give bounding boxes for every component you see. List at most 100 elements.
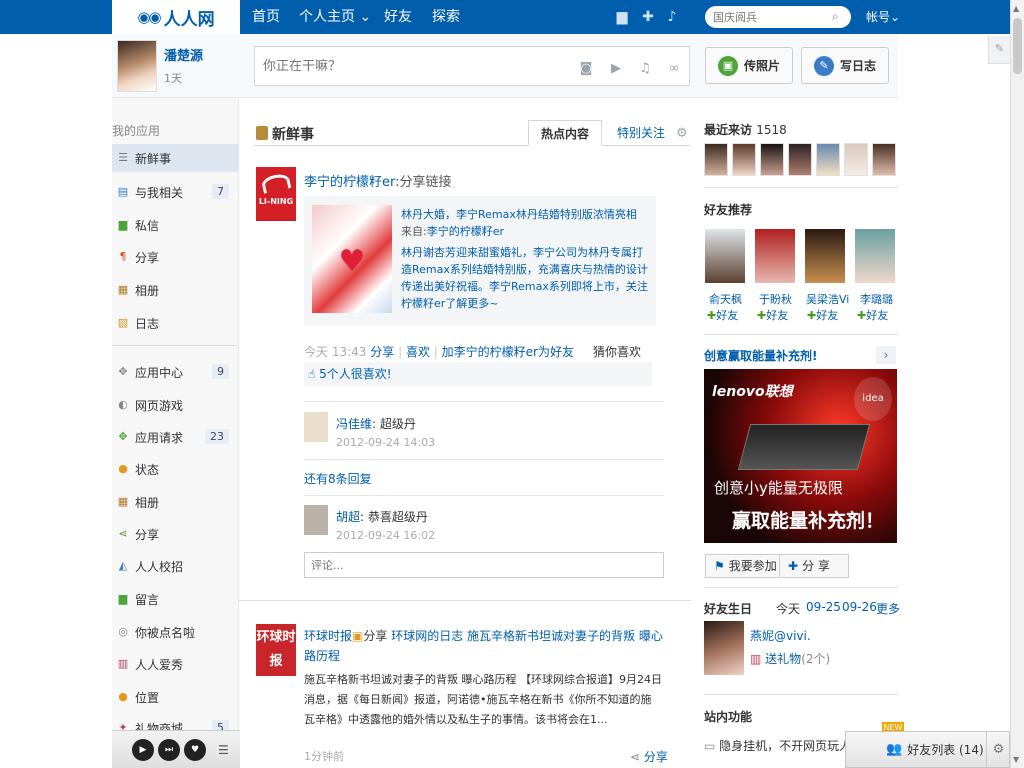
shared-link-description[interactable]: 林丹谢杏芳迎来甜蜜婚礼，李宁公司为林丹专属打造Remax系列结婚特别版，充满喜庆… bbox=[401, 244, 651, 312]
more-replies-link[interactable]: 还有8条回复 bbox=[304, 470, 372, 487]
sidebar-item-guestbook[interactable]: ▆ 留言 bbox=[112, 585, 239, 613]
nav-explore[interactable]: 探索 bbox=[432, 0, 460, 34]
join-button[interactable]: ⚑ 我要参加 bbox=[705, 554, 786, 578]
page-scrollbar[interactable]: ▲ ▼ bbox=[1010, 0, 1024, 768]
add-friend-button[interactable]: ✚好友 bbox=[757, 307, 788, 323]
sidebar-item-share[interactable]: ¶ 分享 bbox=[112, 243, 239, 271]
chevron-right-icon[interactable]: › bbox=[876, 346, 896, 364]
sidebar-item-campus-jobs[interactable]: ◭ 人人校招 bbox=[112, 552, 239, 580]
commenter-avatar[interactable] bbox=[304, 412, 328, 442]
search-input[interactable] bbox=[705, 6, 851, 28]
recommend-name[interactable]: 吴梁浩Vic bbox=[806, 291, 850, 307]
sidebar-item-messages[interactable]: ▆ 私信 bbox=[112, 211, 239, 239]
sidebar-item-location[interactable]: ● 位置 bbox=[112, 683, 239, 711]
commenter-avatar[interactable] bbox=[304, 505, 328, 535]
next-icon[interactable]: ⏭ bbox=[158, 738, 180, 761]
scroll-up-icon[interactable]: ▲ bbox=[1013, 4, 1019, 13]
tab-special-follow[interactable]: 特别关注 bbox=[605, 120, 677, 146]
camera-icon[interactable]: ◙ bbox=[577, 60, 595, 78]
lenovo-ad[interactable]: lenovo联想 idea 创意小y能量无极限 赢取能量补充剂！ bbox=[704, 369, 897, 543]
visitor-avatar[interactable] bbox=[788, 143, 812, 176]
huanqiu-logo[interactable]: 环球时报 bbox=[256, 624, 296, 676]
recommend-avatar[interactable] bbox=[755, 229, 795, 283]
playlist-icon[interactable]: ☰ bbox=[218, 743, 229, 757]
recommend-name[interactable]: 李璐璐 bbox=[860, 291, 904, 307]
recommend-avatar[interactable] bbox=[705, 229, 745, 283]
likes-bar[interactable]: ☝ 5个人很喜欢! bbox=[304, 362, 652, 386]
commenter-name[interactable]: 胡超 bbox=[336, 510, 360, 524]
shared-link-image[interactable]: ♥ bbox=[312, 205, 392, 313]
heart-icon[interactable]: ♥ bbox=[184, 738, 206, 761]
tab-hot-content[interactable]: 热点内容 bbox=[528, 120, 603, 146]
recommend-avatar[interactable] bbox=[855, 229, 895, 283]
gear-icon[interactable]: ⚙ bbox=[986, 732, 1010, 767]
sidebar-item-album-2[interactable]: ▦ 相册 bbox=[112, 488, 239, 516]
sidebar-item-feed[interactable]: ☰ 新鲜事 bbox=[112, 144, 239, 172]
commenter-name[interactable]: 冯佳维 bbox=[336, 417, 372, 431]
bell-icon[interactable]: ♪ bbox=[662, 7, 682, 27]
nav-home[interactable]: 首页 bbox=[252, 0, 280, 34]
visitor-avatar[interactable] bbox=[760, 143, 784, 176]
sidebar-item-blog[interactable]: ▧ 日志 bbox=[112, 309, 239, 337]
add-friend-link[interactable]: 加李宁的柠檬籽er为好友 bbox=[442, 345, 574, 359]
recommend-avatar[interactable] bbox=[805, 229, 845, 283]
write-blog-button[interactable]: ✎ 写日志 bbox=[801, 47, 890, 84]
nav-friends[interactable]: 好友 bbox=[384, 0, 412, 34]
play-icon[interactable]: ▶ bbox=[132, 738, 154, 761]
add-friend-button[interactable]: ✚好友 bbox=[857, 307, 888, 323]
send-gift-link[interactable]: ▥ 送礼物(2个) bbox=[750, 650, 830, 667]
sidebar-item-related[interactable]: ▤ 与我相关 7 bbox=[112, 178, 239, 206]
scrollbar-thumb[interactable] bbox=[1013, 18, 1022, 74]
renren-logo[interactable]: ◉◉ 人人网 bbox=[112, 0, 240, 34]
sidebar-item-renren-show[interactable]: ▥ 人人爱秀 bbox=[112, 650, 239, 678]
guess-you-like[interactable]: 猜你喜欢 bbox=[593, 343, 641, 360]
birthday-tab-0926[interactable]: 09-26 bbox=[842, 600, 877, 614]
message-icon[interactable]: ▆ bbox=[612, 7, 632, 27]
add-friend-button[interactable]: ✚好友 bbox=[807, 307, 838, 323]
post2-share[interactable]: ⋖ 分享 bbox=[630, 748, 668, 765]
scroll-down-icon[interactable]: ▼ bbox=[1013, 755, 1019, 764]
shared-link-title[interactable]: 林丹大婚，李宁Remax林丹结婚特别版浓情亮相 bbox=[401, 206, 651, 222]
music-icon[interactable]: ♫ bbox=[636, 60, 654, 78]
gear-icon[interactable]: ⚙ bbox=[676, 126, 688, 141]
visitor-avatar[interactable] bbox=[732, 143, 756, 176]
birthday-tab-more[interactable]: 更多 bbox=[876, 600, 900, 617]
ad-share-button[interactable]: ✚ 分 享 bbox=[779, 554, 849, 578]
recommend-name[interactable]: 于盼秋 bbox=[759, 291, 803, 307]
sidebar-item-web-games[interactable]: ◐ 网页游戏 bbox=[112, 391, 239, 419]
add-friend-button[interactable]: ✚好友 bbox=[707, 307, 738, 323]
lining-logo[interactable]: LI-NING bbox=[256, 167, 296, 221]
source-name[interactable]: 李宁的柠檬籽er bbox=[427, 225, 504, 238]
post1-author[interactable]: 李宁的柠檬籽er bbox=[304, 175, 395, 190]
comment-input[interactable] bbox=[304, 552, 664, 578]
birthday-avatar[interactable] bbox=[704, 621, 744, 675]
visitor-avatar[interactable] bbox=[704, 143, 728, 176]
nav-profile[interactable]: 个人主页 ⌄ bbox=[299, 0, 371, 34]
recommend-name[interactable]: 俞天枫 bbox=[709, 291, 753, 307]
share-link[interactable]: 分享 bbox=[370, 345, 394, 359]
sidebar-item-roll-call[interactable]: ◎ 你被点名啦 bbox=[112, 618, 239, 646]
sidebar-item-share-2[interactable]: ⋖ 分享 bbox=[112, 520, 239, 548]
video-icon[interactable]: ▶ bbox=[607, 60, 625, 78]
ad-title[interactable]: 创意赢取能量补充剂! bbox=[704, 347, 817, 364]
user-avatar[interactable] bbox=[117, 40, 157, 92]
sidebar-item-app-requests[interactable]: ✥ 应用请求 23 bbox=[112, 423, 239, 451]
sidebar-item-status[interactable]: ● 状态 bbox=[112, 455, 239, 483]
like-link[interactable]: 喜欢 bbox=[406, 345, 430, 359]
search-icon[interactable]: ⌕ bbox=[832, 9, 846, 23]
sidebar-item-album[interactable]: ▦ 相册 bbox=[112, 276, 239, 304]
post2-author[interactable]: 环球时报 bbox=[304, 629, 352, 643]
user-name[interactable]: 潘楚源 bbox=[164, 45, 203, 64]
friend-request-icon[interactable]: ✚ bbox=[638, 7, 658, 27]
account-menu[interactable]: 帐号⌄ bbox=[866, 0, 900, 34]
birthday-tab-today[interactable]: 今天 bbox=[776, 600, 800, 617]
birthday-tab-0925[interactable]: 09-25 bbox=[806, 600, 841, 614]
visitor-avatar[interactable] bbox=[844, 143, 868, 176]
link-icon[interactable]: ∞ bbox=[665, 60, 683, 78]
friend-list-bar[interactable]: 👥 好友列表 (14) ⚙ bbox=[845, 731, 1010, 768]
upload-photo-button[interactable]: ▣ 传照片 bbox=[705, 47, 794, 84]
birthday-name[interactable]: 燕妮@vivi. bbox=[750, 627, 811, 644]
visitor-avatar[interactable] bbox=[816, 143, 840, 176]
note-icon[interactable]: ✎ bbox=[988, 36, 1010, 64]
visitor-avatar[interactable] bbox=[872, 143, 896, 176]
